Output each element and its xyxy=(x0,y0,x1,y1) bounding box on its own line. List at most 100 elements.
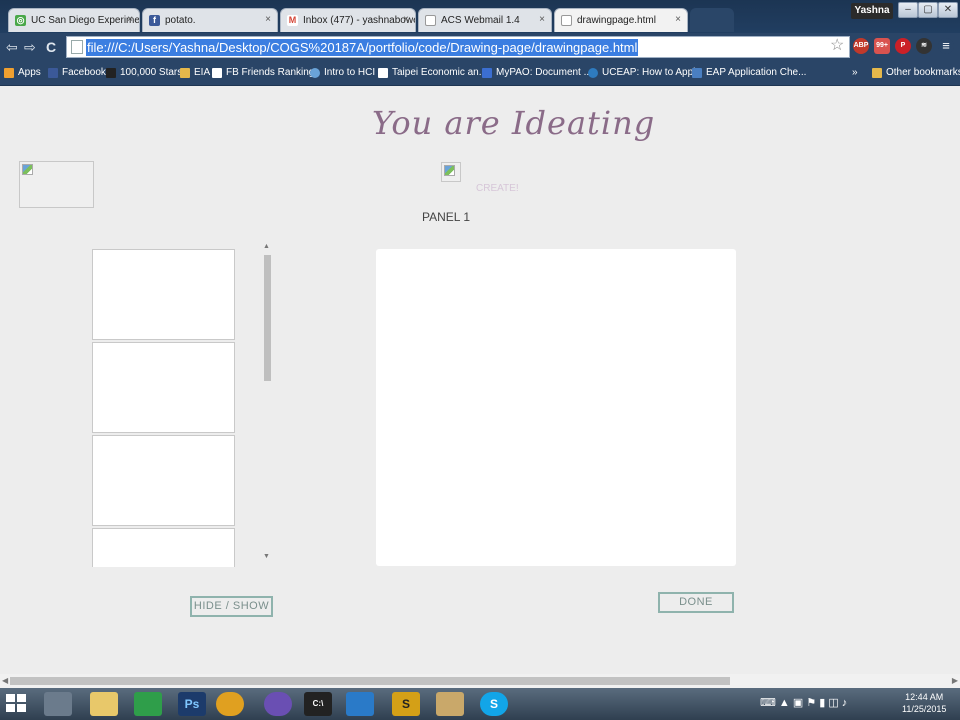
bookmark-label: Facebook xyxy=(62,67,106,78)
create-label[interactable]: CREATE! xyxy=(476,183,519,194)
close-icon[interactable]: × xyxy=(127,14,133,25)
bookmark-star-icon[interactable]: ☆ xyxy=(830,35,844,55)
powershell-icon[interactable] xyxy=(346,692,374,716)
bookmark-mypao[interactable]: MyPAO: Document ... xyxy=(482,67,592,78)
bookmarks-bar: Apps Facebook 100,000 Stars EIA FB Frien… xyxy=(0,61,960,86)
new-tab-button[interactable] xyxy=(690,8,734,32)
other-bookmarks[interactable]: Other bookmarks xyxy=(872,67,960,78)
bookmark-fb-friends-ranking[interactable]: FB Friends Ranking xyxy=(212,67,314,78)
thumbnail-scrollbar[interactable]: ▲ ▼ xyxy=(261,243,273,567)
clock[interactable]: 12:44 AM 11/25/2015 xyxy=(902,691,946,715)
hide-show-button[interactable]: HIDE / SHOW xyxy=(190,596,273,617)
menu-icon[interactable]: ≡ xyxy=(938,38,954,54)
windows-start-icon[interactable] xyxy=(6,694,28,714)
tab-favicon-icon: ◎ xyxy=(15,15,26,26)
extension-badge-icon[interactable]: 99+ xyxy=(874,38,890,54)
app-icon[interactable] xyxy=(436,692,464,716)
site-icon xyxy=(588,68,598,78)
extension-icon[interactable]: ≋ xyxy=(916,38,932,54)
horizontal-scrollbar[interactable]: ◀ ▶ xyxy=(0,674,960,688)
command-prompt-icon[interactable]: C:\ xyxy=(304,692,332,716)
page-icon xyxy=(71,40,83,54)
thumbnail-panel[interactable] xyxy=(92,342,235,433)
facebook-icon: f xyxy=(149,15,160,26)
minimize-button[interactable]: – xyxy=(898,2,918,18)
panel-label: PANEL 1 xyxy=(422,210,471,224)
close-icon[interactable]: × xyxy=(265,14,271,25)
forward-button[interactable]: ⇨ xyxy=(24,39,36,56)
bookmark-label: Intro to HCI xyxy=(324,67,376,78)
folder-icon xyxy=(180,68,190,78)
logo-image xyxy=(19,161,94,208)
system-tray[interactable]: ⌨ ▲ ▣ ⚑ ▮ ◫ ♪ xyxy=(760,696,847,709)
tab-inbox[interactable]: M Inbox (477) - yashnabowe × xyxy=(280,8,416,32)
tab-acs-webmail[interactable]: ACS Webmail 1.4 × xyxy=(418,8,552,32)
scrollbar-thumb[interactable] xyxy=(264,255,271,381)
bookmark-eia[interactable]: EIA xyxy=(180,67,210,78)
reload-button[interactable]: C xyxy=(46,39,56,55)
bookmark-eap-application[interactable]: EAP Application Che... xyxy=(692,67,806,78)
create-image-button[interactable] xyxy=(441,162,461,182)
site-icon xyxy=(692,68,702,78)
app-icon[interactable] xyxy=(264,692,292,716)
thumbnail-panel[interactable] xyxy=(92,528,235,567)
url-text[interactable]: file:///C:/Users/Yashna/Desktop/COGS%201… xyxy=(86,39,639,56)
bookmarks-overflow-button[interactable]: » xyxy=(852,67,858,78)
sublime-icon[interactable]: S xyxy=(392,692,420,716)
tab-label: Inbox (477) - yashnabowe xyxy=(303,15,416,26)
back-button[interactable]: ⇦ xyxy=(6,39,18,56)
broken-image-icon xyxy=(444,165,455,176)
tab-label: potato. xyxy=(165,15,196,26)
store-icon[interactable] xyxy=(134,692,162,716)
close-icon[interactable]: × xyxy=(675,14,681,25)
clock-date: 11/25/2015 xyxy=(902,704,947,714)
thumbnail-list[interactable] xyxy=(92,249,236,567)
chrome-icon[interactable] xyxy=(216,692,244,716)
desktop-icon[interactable] xyxy=(44,692,72,716)
bookmark-100000-stars[interactable]: 100,000 Stars xyxy=(106,67,182,78)
bookmark-intro-to-hci[interactable]: Intro to HCI xyxy=(310,67,375,78)
scroll-right-icon[interactable]: ▶ xyxy=(952,676,958,685)
maximize-button[interactable]: ▢ xyxy=(918,2,938,18)
folder-icon xyxy=(872,68,882,78)
page-icon xyxy=(425,15,436,26)
photoshop-icon[interactable]: Ps xyxy=(178,692,206,716)
tab-potato[interactable]: f potato. × xyxy=(142,8,278,32)
star-icon xyxy=(106,68,116,78)
pinterest-icon[interactable]: P xyxy=(895,38,911,54)
adblock-icon[interactable]: ABP xyxy=(853,38,869,54)
globe-icon xyxy=(310,68,320,78)
bookmark-taipei-economic[interactable]: Taipei Economic an... xyxy=(378,67,487,78)
tab-drawingpage[interactable]: drawingpage.html × xyxy=(554,8,688,32)
bookmark-apps[interactable]: Apps xyxy=(4,67,41,78)
thumbnail-panel[interactable] xyxy=(92,435,235,526)
bookmark-label: MyPAO: Document ... xyxy=(496,67,592,78)
bookmark-label: Taipei Economic an... xyxy=(392,67,488,78)
bookmark-label: EAP Application Che... xyxy=(706,67,807,78)
address-bar[interactable]: file:///C:/Users/Yashna/Desktop/COGS%201… xyxy=(66,36,850,58)
drawing-canvas[interactable] xyxy=(376,249,736,566)
profile-button[interactable]: Yashna xyxy=(851,3,893,19)
bookmark-label: FB Friends Ranking xyxy=(226,67,315,78)
scroll-up-icon[interactable]: ▲ xyxy=(263,243,270,250)
file-explorer-icon[interactable] xyxy=(90,692,118,716)
tab-label: ACS Webmail 1.4 xyxy=(441,15,520,26)
close-icon[interactable]: × xyxy=(403,14,409,25)
page-icon xyxy=(378,68,388,78)
site-icon xyxy=(482,68,492,78)
scroll-left-icon[interactable]: ◀ xyxy=(2,676,8,685)
broken-image-icon xyxy=(22,164,33,175)
scrollbar-thumb[interactable] xyxy=(10,677,730,685)
bookmark-uceap[interactable]: UCEAP: How to Apply xyxy=(588,67,700,78)
bookmark-facebook[interactable]: Facebook xyxy=(48,67,106,78)
done-button[interactable]: DONE xyxy=(658,592,734,613)
thumbnail-panel[interactable] xyxy=(92,249,235,340)
gmail-icon: M xyxy=(287,15,298,26)
tab-label: UC San Diego Experiment xyxy=(31,15,140,26)
tab-uc-san-diego[interactable]: ◎ UC San Diego Experiment × xyxy=(8,8,140,32)
skype-icon[interactable]: S xyxy=(480,692,508,716)
scroll-down-icon[interactable]: ▼ xyxy=(263,553,270,560)
window-close-button[interactable]: ✕ xyxy=(938,2,958,18)
close-icon[interactable]: × xyxy=(539,14,545,25)
page-icon xyxy=(212,68,222,78)
